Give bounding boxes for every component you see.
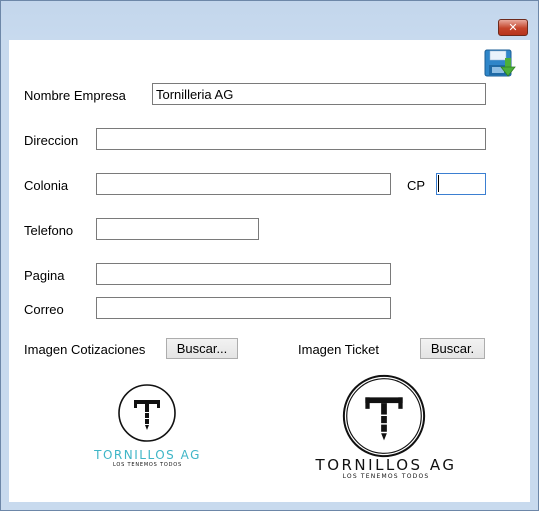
close-icon: ✕: [508, 21, 518, 34]
cotizaciones-logo-tagline: LOS TENEMOS TODOS: [113, 462, 182, 468]
nombre-empresa-input[interactable]: [152, 83, 486, 105]
cp-label: CP: [407, 178, 426, 193]
telefono-input[interactable]: [96, 218, 259, 240]
colonia-label: Colonia: [24, 178, 69, 193]
cp-input[interactable]: [436, 173, 486, 195]
buscar-ticket-button[interactable]: Buscar.: [420, 338, 485, 359]
screw-logo-icon: [118, 384, 176, 442]
colonia-input[interactable]: [96, 173, 391, 195]
pagina-label: Pagina: [24, 268, 65, 283]
direccion-input[interactable]: [96, 128, 486, 150]
imagen-ticket-label: Imagen Ticket: [298, 342, 379, 357]
telefono-label: Telefono: [24, 223, 74, 238]
nombre-empresa-label: Nombre Empresa: [24, 88, 126, 103]
cotizaciones-logo-preview: TORNILLOS AG LOS TENEMOS TODOS: [80, 383, 215, 473]
screw-logo-icon: [342, 374, 426, 458]
save-disk-icon[interactable]: [484, 48, 516, 80]
cotizaciones-logo-brand: TORNILLOS AG: [94, 448, 201, 462]
text-caret: [438, 175, 439, 192]
pagina-input[interactable]: [96, 263, 391, 285]
correo-input[interactable]: [96, 297, 391, 319]
close-button[interactable]: ✕: [498, 19, 528, 36]
correo-label: Correo: [24, 302, 64, 317]
ticket-logo-brand: TORNILLOS AG: [315, 456, 457, 474]
direccion-label: Direccion: [24, 133, 79, 148]
buscar-cotizaciones-button[interactable]: Buscar...: [166, 338, 238, 359]
ticket-logo-tagline: LOS TENEMOS TODOS: [342, 473, 430, 480]
title-bar: ✕: [1, 1, 538, 41]
imagen-cotizaciones-label: Imagen Cotizaciones: [24, 342, 146, 357]
ticket-logo-preview: TORNILLOS AG LOS TENEMOS TODOS: [295, 371, 477, 483]
